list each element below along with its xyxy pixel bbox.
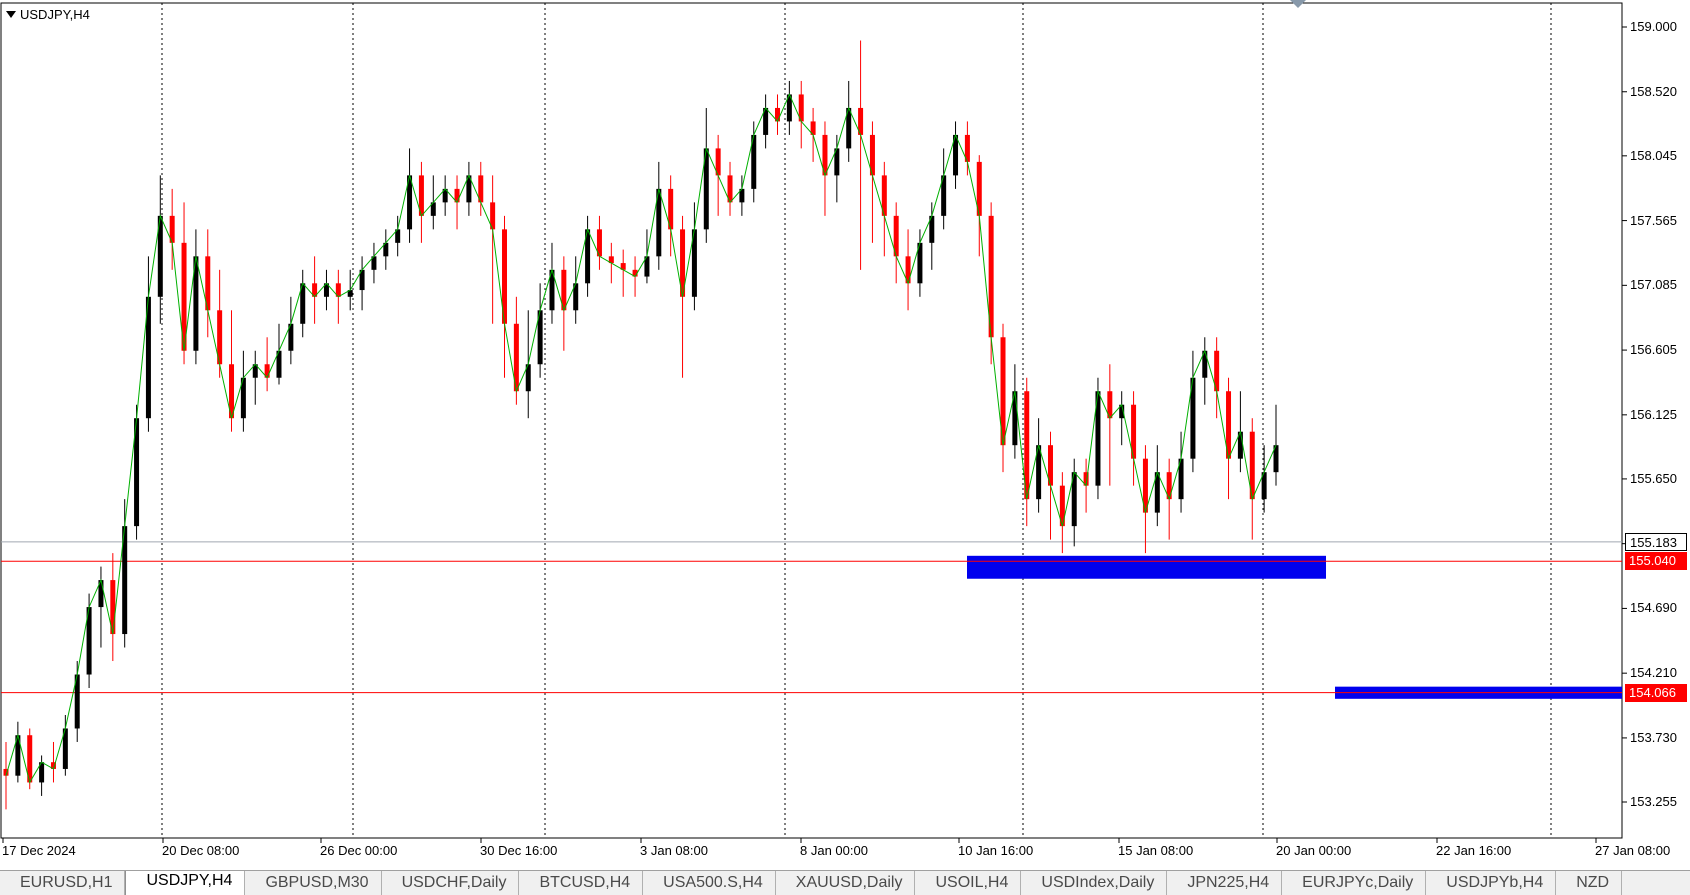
- chart-tab-12[interactable]: NZD: [1556, 871, 1623, 895]
- symbol-text: USDJPY,H4: [20, 7, 90, 22]
- time-tick-label: 26 Dec 00:00: [320, 843, 398, 858]
- price-tick-label: 157.085: [1630, 277, 1677, 293]
- chart-area[interactable]: USDJPY,H4 159.000 158.520 158.045 157.565 15…: [0, 0, 1690, 862]
- chart-tab-6[interactable]: XAUUSD,Daily: [776, 871, 916, 895]
- chart-tab-7[interactable]: USOIL,H4: [915, 871, 1022, 895]
- chart-tab-2[interactable]: GBPUSD,M30: [245, 871, 382, 895]
- chart-tab-8[interactable]: USDIndex,Daily: [1021, 871, 1168, 895]
- price-tick-label: 153.255: [1630, 794, 1677, 809]
- chart-tab-4[interactable]: BTCUSD,H4: [519, 871, 644, 895]
- time-tick-label: 20 Dec 08:00: [162, 843, 240, 858]
- chart-tab-bar: EURUSD,H1 USDJPY,H4 GBPUSD,M30 USDCHF,Daily…: [0, 870, 1690, 895]
- time-tick-label: 30 Dec 16:00: [480, 843, 558, 858]
- overlay-line: [5, 93, 1277, 784]
- support-zone-0: [967, 555, 1326, 579]
- time-tick-label: 20 Jan 00:00: [1276, 843, 1352, 858]
- time-tick-label: 10 Jan 16:00: [958, 843, 1034, 858]
- dropdown-triangle-icon[interactable]: [6, 11, 16, 18]
- chart-tab-5[interactable]: USA500.S,H4: [643, 871, 776, 895]
- chart-tab-3[interactable]: USDCHF,Daily: [382, 871, 520, 895]
- chart-tab-9[interactable]: JPN225,H4: [1167, 871, 1283, 895]
- chart-tab-0[interactable]: EURUSD,H1: [0, 871, 126, 895]
- price-tick-label: 155.650: [1630, 470, 1677, 486]
- time-tick-label: 15 Jan 08:00: [1118, 843, 1194, 858]
- line-price-tag: 155.040: [1625, 552, 1687, 571]
- chart-tab-1[interactable]: USDJPY,H4: [125, 871, 246, 895]
- price-tick-label: 154.690: [1630, 600, 1677, 616]
- price-tick-label: 154.210: [1630, 665, 1677, 681]
- current-price-tag: 155.183: [1625, 532, 1687, 551]
- chart-tab-10[interactable]: EURJPYc,Daily: [1282, 871, 1427, 895]
- time-tick-label: 22 Jan 16:00: [1436, 843, 1512, 858]
- price-tick-label: 156.125: [1630, 406, 1677, 422]
- time-tick-label: 27 Jan 08:00: [1595, 843, 1671, 858]
- price-tick-label: 156.605: [1630, 342, 1677, 358]
- price-tick-label: 159.000: [1630, 19, 1677, 34]
- chart-shift-marker-icon[interactable]: [1290, 0, 1306, 8]
- time-tick-label: 8 Jan 00:00: [800, 843, 868, 858]
- price-tick-label: 158.045: [1630, 147, 1677, 163]
- time-tick-label: 3 Jan 08:00: [640, 843, 708, 858]
- price-tick-label: 153.730: [1630, 729, 1677, 745]
- chart-tab-11[interactable]: USDJPYb,H4: [1426, 871, 1557, 895]
- price-tick-label: 158.520: [1630, 83, 1677, 99]
- price-chart[interactable]: [0, 0, 1690, 862]
- symbol-label: USDJPY,H4: [6, 7, 90, 22]
- price-tick-label: 157.565: [1630, 212, 1677, 228]
- time-tick-label: 17 Dec 2024: [2, 843, 76, 858]
- line-price-tag: 154.066: [1625, 683, 1687, 702]
